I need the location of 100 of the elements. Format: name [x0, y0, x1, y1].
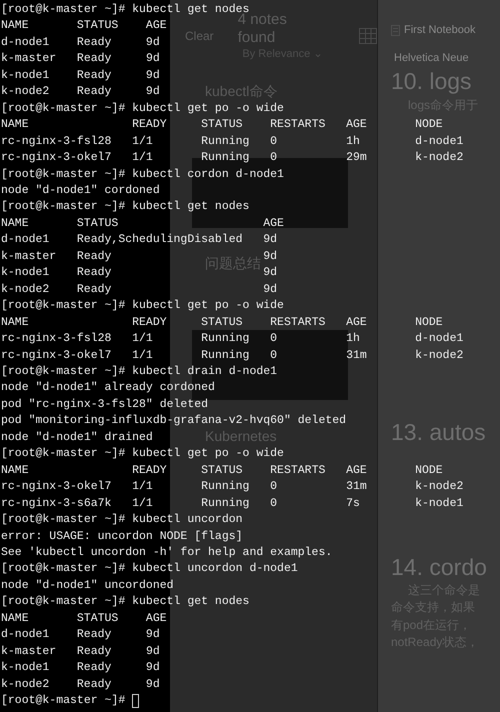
table-cell-text: 1/1: [132, 331, 153, 348]
column-header: READY: [132, 462, 167, 479]
terminal-line: node "d-node1" uncordoned: [1, 578, 174, 594]
column-header: NAME: [1, 462, 29, 479]
column-header: AGE: [346, 462, 367, 479]
table-cell-text: k-node1: [1, 265, 50, 282]
column-header: AGE: [346, 314, 367, 331]
table-cell-text: k-node2: [415, 150, 464, 166]
column-header: NODE: [415, 462, 443, 479]
table-cell-text: 31m: [346, 479, 367, 496]
table-cell-text: Ready: [76, 644, 112, 660]
table-cell-text: d-node1: [1, 232, 50, 248]
table-cell-text: Ready,SchedulingDisabled: [76, 232, 243, 248]
table-cell-text: 9d: [146, 68, 160, 84]
table-cell-text: Running: [201, 331, 250, 348]
terminal-line: pod "rc-nginx-3-fsl28" deleted: [1, 396, 208, 413]
table-cell-text: Ready: [76, 84, 112, 100]
table-cell-text: 29m: [346, 150, 367, 166]
table-cell-text: d-node1: [415, 134, 464, 150]
terminal-line: error: USAGE: uncordon NODE [flags]: [1, 528, 243, 544]
table-cell-text: Ready: [76, 265, 112, 282]
table-cell-text: rc-nginx-3-fsl28: [1, 331, 112, 348]
table-cell: 0: [270, 348, 278, 364]
column-header: AGE: [146, 610, 167, 627]
column-header: NODE: [415, 117, 443, 134]
column-header: NAME: [1, 18, 29, 34]
table-cell-text: k-master: [1, 248, 56, 265]
column-header: STATUS: [201, 314, 243, 331]
column-header: RESTARTS: [270, 314, 326, 331]
table-cell-text: 0: [270, 134, 278, 150]
table-cell-text: Ready: [76, 248, 112, 265]
table-cell-text: k-node2: [415, 479, 464, 496]
column-header: READY: [132, 117, 167, 134]
table-cell-text: 1/1: [132, 150, 153, 166]
notebook-name[interactable]: First Notebook: [404, 22, 476, 38]
terminal-line: [root@k-master ~]# kubectl get nodes: [1, 594, 250, 610]
table-cell-text: 9d: [146, 676, 160, 693]
table-cell-text: Ready: [76, 51, 112, 68]
table-cell-text: 0: [270, 479, 278, 496]
table-cell-text: 9d: [263, 248, 278, 265]
table-cell-text: 1h: [346, 134, 360, 150]
font-selector[interactable]: Helvetica Neue: [394, 50, 469, 66]
grid-view-icon[interactable]: [359, 28, 377, 44]
table-cell-text: Running: [201, 150, 250, 166]
terminal-line: [root@k-master ~]# kubectl drain d-node1: [1, 364, 278, 380]
table-cell-text: 9d: [146, 644, 160, 660]
table-cell-text: Running: [201, 479, 250, 496]
terminal-prompt: [root@k-master ~]#: [1, 693, 126, 710]
table-cell-text: Ready: [76, 282, 112, 298]
column-header: STATUS: [201, 117, 243, 134]
terminal-line: [root@k-master ~]# kubectl get nodes: [1, 199, 250, 216]
column-header: AGE: [263, 216, 284, 232]
table-cell-text: Ready: [76, 676, 112, 693]
table-cell-text: 9d: [146, 627, 160, 644]
table-cell-text: 1/1: [132, 134, 153, 150]
table-cell-text: k-node2: [1, 676, 50, 693]
terminal-line: [root@k-master ~]# kubectl get po -o wide: [1, 446, 284, 462]
table-cell-text: k-node2: [1, 282, 50, 298]
column-header: RESTARTS: [270, 117, 326, 134]
table-cell-text: 1/1: [132, 479, 153, 496]
table-cell-text: rc-nginx-3-s6a7k: [1, 496, 112, 512]
table-cell-text: 9d: [146, 660, 160, 676]
table-cell-text: k-master: [1, 644, 56, 660]
column-header: STATUS: [76, 18, 118, 34]
table-cell-text: Ready: [76, 34, 112, 51]
table-cell-text: k-master: [1, 51, 56, 68]
terminal-line: [root@k-master ~]# kubectl uncordon d-node1: [1, 561, 298, 578]
table-cell-text: k-node1: [1, 660, 50, 676]
table-cell-text: d-node1: [1, 627, 50, 644]
column-header: RESTARTS: [270, 462, 326, 479]
terminal-line: node "d-node1" already cordoned: [1, 380, 215, 396]
table-cell-text: d-node1: [1, 34, 50, 51]
table-cell-text: 9d: [263, 282, 278, 298]
table-cell-text: 1/1: [132, 496, 153, 512]
table-cell: 1/1: [132, 348, 153, 364]
table-cell-text: 9d: [263, 232, 278, 248]
table-cell-text: 7s: [346, 496, 360, 512]
terminal-line: [root@k-master ~]# kubectl get po -o wide: [1, 298, 284, 314]
table-cell-text: rc-nginx-3-okel7: [1, 150, 112, 166]
table-cell: k-node2: [415, 348, 464, 364]
terminal-line: pod "monitoring-influxdb-grafana-v2-hvq60" deleted: [1, 413, 346, 430]
table-cell-text: Running: [201, 134, 250, 150]
column-header: NAME: [1, 314, 29, 331]
cursor: [132, 694, 140, 708]
column-header: STATUS: [76, 216, 118, 232]
table-cell-text: 9d: [146, 84, 160, 100]
terminal-line: [root@k-master ~]# kubectl get po -o wide: [1, 100, 284, 117]
table-cell-text: k-node1: [1, 68, 50, 84]
table-cell: Running: [201, 348, 250, 364]
column-header: NAME: [1, 117, 29, 134]
table-cell-text: 9d: [146, 51, 160, 68]
table-cell-text: Ready: [76, 660, 112, 676]
table-cell-text: 0: [270, 150, 278, 166]
table-cell-text: 1h: [346, 331, 360, 348]
table-cell-text: 9d: [263, 265, 278, 282]
terminal-line: [root@k-master ~]# kubectl uncordon: [1, 512, 243, 528]
table-cell: 31m: [346, 348, 367, 364]
terminal-line: node "d-node1" drained: [1, 430, 153, 446]
table-cell-text: Running: [201, 496, 250, 512]
column-header: AGE: [146, 18, 167, 34]
